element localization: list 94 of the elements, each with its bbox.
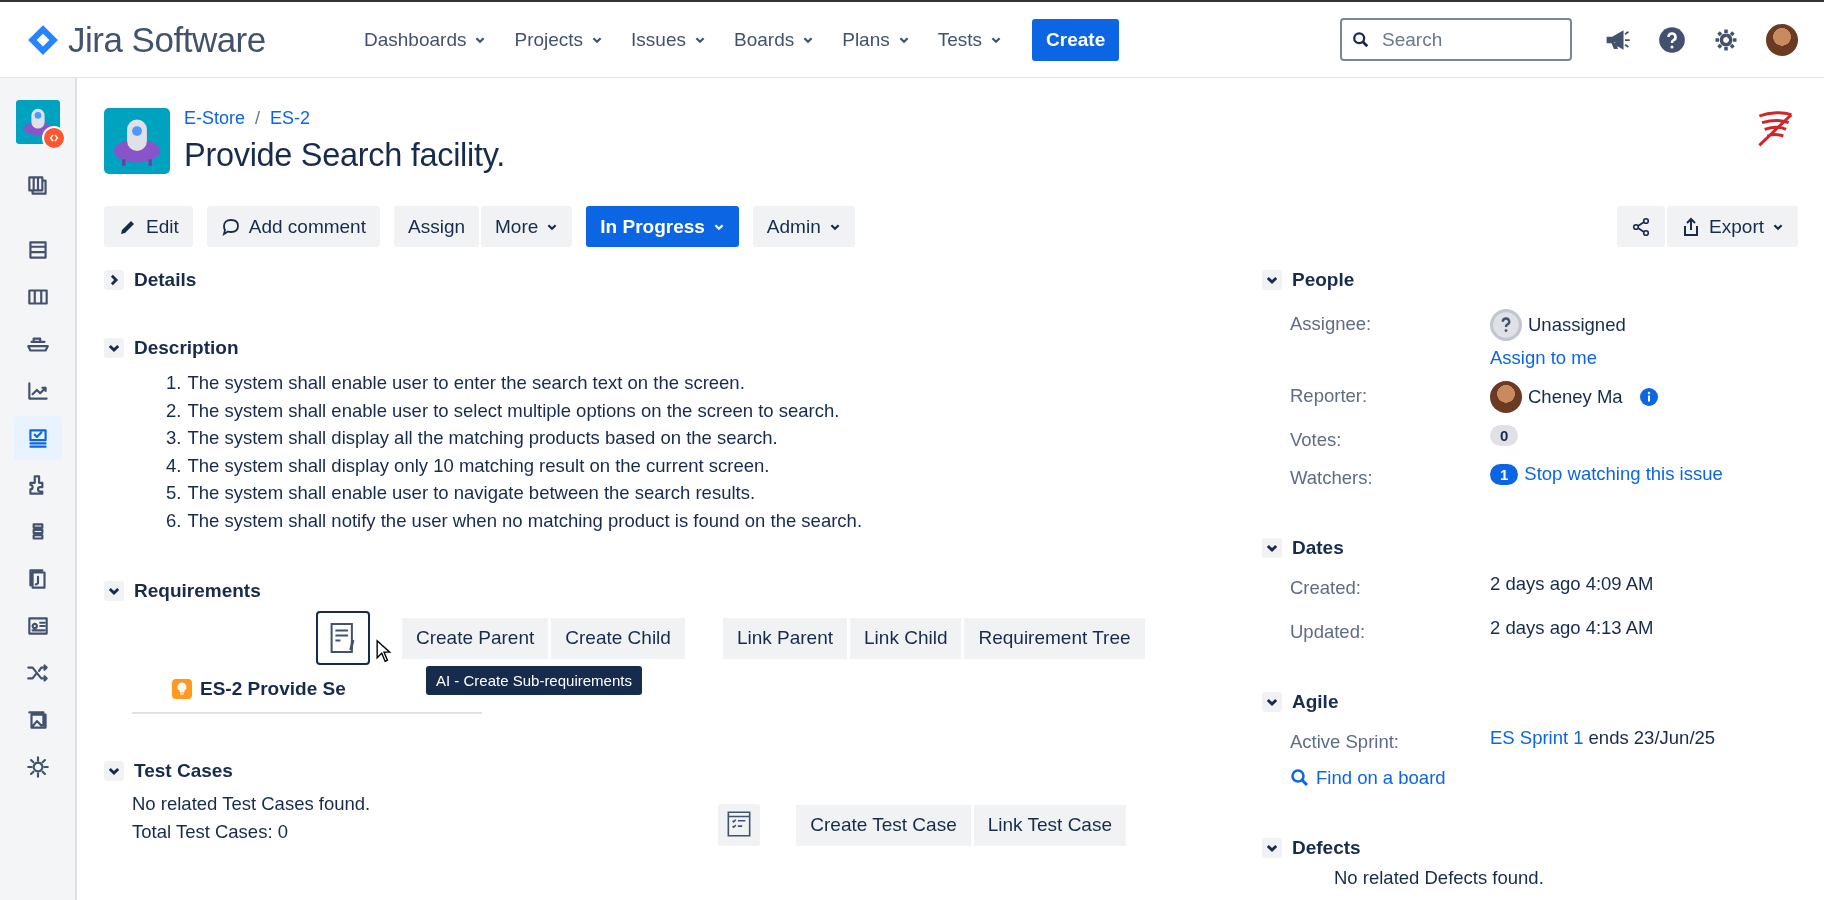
share-icon: [1631, 216, 1652, 237]
reporter-name[interactable]: Cheney Ma: [1528, 386, 1623, 408]
section-title[interactable]: Agile: [1292, 691, 1339, 713]
date-value: 2 days ago 4:13 AM: [1490, 617, 1655, 639]
ai-document-button[interactable]: [316, 611, 370, 665]
chevron-icon[interactable]: [104, 581, 124, 601]
assignee-value: Unassigned: [1528, 314, 1626, 336]
assign-link[interactable]: Assign to me: [1490, 347, 1798, 369]
field-label: Updated:: [1290, 620, 1367, 643]
field-label: Reporter:: [1290, 384, 1369, 407]
nav-menu[interactable]: Tests: [925, 20, 1015, 59]
field-label: Votes:: [1290, 428, 1343, 451]
requirement-button[interactable]: Requirement Tree: [964, 617, 1145, 659]
toolbar-button[interactable]: Edit: [104, 206, 193, 247]
list-number: 3.: [166, 426, 182, 450]
requirement-text: The system shall enable user to navigate between the search results.: [187, 481, 756, 505]
tooltip: AI - Create Sub-requirements: [426, 666, 642, 695]
section-title[interactable]: Description: [134, 337, 239, 359]
section-title[interactable]: People: [1292, 269, 1355, 291]
lightbulb-icon: [172, 679, 192, 699]
requirement-button[interactable]: Create Child: [551, 617, 685, 659]
info-text: Total Test Cases: 0: [132, 820, 289, 844]
chevron-icon[interactable]: [104, 270, 124, 290]
stop-watching-link[interactable]: Stop watching this issue: [1524, 463, 1723, 485]
nav-menu[interactable]: Projects: [502, 20, 616, 59]
breadcrumb-separator: /: [255, 108, 261, 129]
test-case-button[interactable]: Create Test Case: [796, 804, 971, 846]
test-case-button[interactable]: Link Test Case: [973, 804, 1126, 846]
chevron-icon[interactable]: [104, 761, 124, 781]
requirement-link[interactable]: ES-2 Provide Se: [200, 678, 346, 700]
toolbar-button[interactable]: Admin: [752, 206, 855, 247]
section-title[interactable]: Test Cases: [134, 760, 233, 782]
product-name[interactable]: Jira Software: [68, 19, 266, 60]
date-value: 2 days ago 4:09 AM: [1490, 573, 1655, 595]
field-label: Assignee:: [1290, 312, 1373, 335]
sidebar-icon[interactable]: [13, 416, 62, 460]
unknown-avatar-icon: [1490, 309, 1522, 341]
search-icon: [1290, 768, 1310, 788]
requirement-text: The system shall enable user to select multiple options on the screen to search.: [187, 398, 840, 423]
reporter-avatar: [1490, 381, 1522, 413]
field-label: Active Sprint:: [1290, 730, 1400, 753]
info-icon[interactable]: [1638, 387, 1659, 407]
field-label: Created:: [1290, 576, 1362, 599]
requirement-text: The system shall display only 10 matching result on the current screen.: [187, 453, 770, 478]
list-number: 4.: [166, 453, 182, 478]
nav-menu[interactable]: Boards: [722, 20, 827, 59]
requirement-button[interactable]: Link Parent: [722, 617, 848, 659]
project-avatar: [104, 108, 170, 174]
requirement-text: The system shall enable user to enter the search text on the screen.: [187, 371, 745, 395]
create-button[interactable]: Create: [1032, 18, 1120, 61]
nav-menu[interactable]: Dashboards: [352, 20, 499, 59]
section-title[interactable]: Dates: [1292, 537, 1344, 559]
chevron-icon[interactable]: [1262, 270, 1282, 290]
list-number: 6.: [166, 508, 182, 533]
toolbar-button[interactable]: Assign: [394, 206, 479, 247]
field-label: Watchers:: [1290, 466, 1374, 489]
help-icon[interactable]: [1658, 25, 1686, 54]
requirement-text: The system shall notify the user when no matching product is found on the search.: [187, 508, 863, 533]
toolbar-button[interactable]: In Progress: [586, 206, 739, 247]
vote-count[interactable]: 0: [1490, 425, 1519, 446]
share-button[interactable]: [1617, 206, 1666, 247]
requirement-button[interactable]: Link Child: [850, 617, 962, 659]
watcher-count: 1: [1490, 463, 1519, 485]
requirement-button[interactable]: Create Parent: [402, 617, 549, 659]
nav-menu[interactable]: Plans: [830, 20, 922, 59]
toolbar-button[interactable]: Export: [1667, 206, 1798, 247]
sprint-end: ends 23/Jun/25: [1588, 727, 1716, 749]
chevron-icon[interactable]: [1262, 538, 1282, 558]
requirement-text: The system shall display all the matching products based on the search.: [187, 426, 778, 450]
issue-title: Provide Search facility.: [184, 137, 506, 174]
find-on-board-link[interactable]: Find on a board: [1290, 767, 1446, 789]
mouse-cursor-icon: [376, 639, 392, 663]
ai-checklist-button[interactable]: [718, 804, 761, 846]
user-avatar[interactable]: [1766, 23, 1798, 56]
search-field[interactable]: Search: [1340, 18, 1572, 61]
info-text: No related Defects found.: [1333, 866, 1545, 889]
chevron-icon[interactable]: [104, 338, 124, 358]
list-number: 2.: [166, 398, 182, 423]
info-text: No related Test Cases found.: [132, 792, 371, 816]
speech-bubble-icon: [220, 216, 241, 237]
section-title[interactable]: Defects: [1292, 837, 1361, 859]
section-title[interactable]: Details: [134, 269, 197, 291]
sprint-link[interactable]: ES Sprint 1: [1490, 727, 1584, 749]
nav-menu[interactable]: Issues: [619, 20, 718, 59]
chevron-icon[interactable]: [1262, 692, 1282, 712]
breadcrumb-link[interactable]: E-Store: [184, 108, 246, 129]
breadcrumb-link[interactable]: ES-2: [270, 108, 311, 129]
list-number: 1.: [166, 371, 182, 395]
search-icon: [1352, 30, 1370, 49]
chevron-icon[interactable]: [1262, 838, 1282, 858]
section-title[interactable]: Requirements: [134, 580, 261, 602]
list-number: 5.: [166, 481, 182, 505]
toolbar-button[interactable]: Add comment: [206, 206, 380, 247]
toolbar-button[interactable]: More: [481, 206, 573, 247]
